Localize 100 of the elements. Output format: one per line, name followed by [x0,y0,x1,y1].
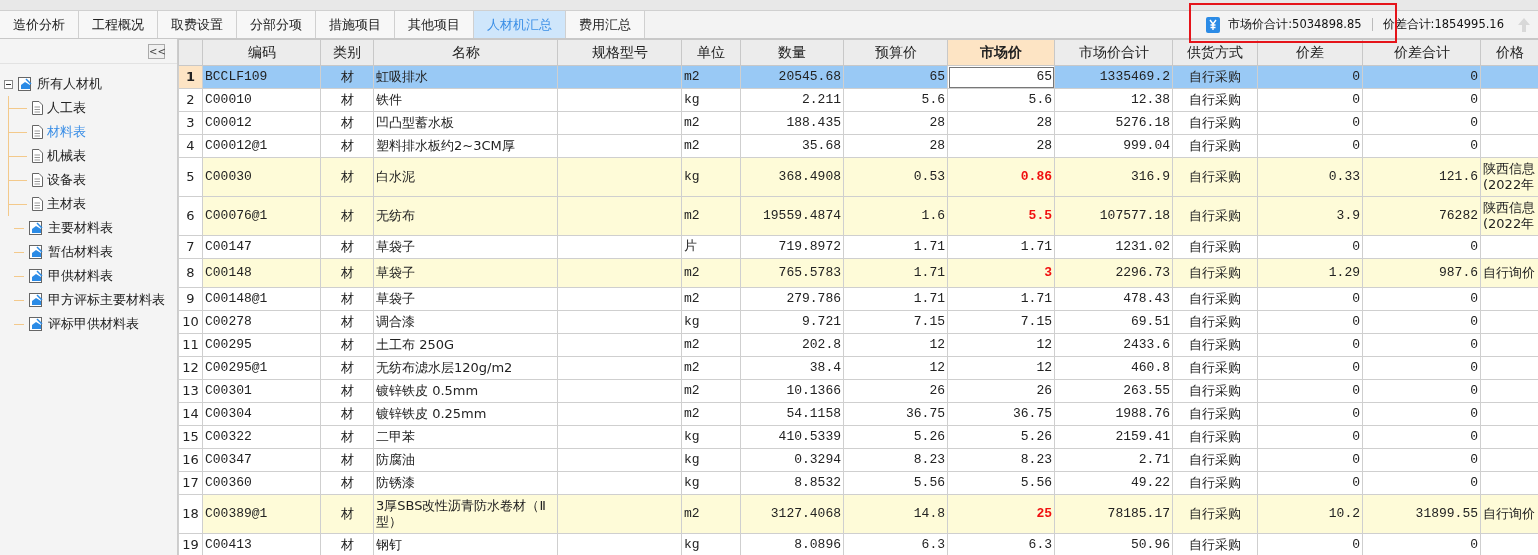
tab[interactable]: 其他项目 [395,11,474,38]
code-cell: C00012@1 [202,134,321,158]
row-number: 12 [178,356,203,380]
name-cell: 镀锌铁皮 0.25mm [373,402,558,426]
unit-cell: kg [681,310,741,334]
market-price-cell: 1.71 [947,235,1055,259]
tree-item[interactable]: 人工表 [47,99,86,117]
tree-item[interactable]: 设备表 [47,171,86,189]
tab[interactable]: 分部分项 [237,11,316,38]
quantity-cell: 188.435 [740,111,844,135]
code-cell: C00301 [202,379,321,403]
code-cell: C00295@1 [202,356,321,380]
tree-item[interactable]: 所有人材机 [37,75,102,93]
unit-cell: m2 [681,379,741,403]
type-cell: 材 [320,333,374,357]
tab[interactable]: 造价分析 [0,11,79,38]
price-diff-total-cell: 0 [1362,402,1481,426]
supply-method-cell: 自行采购 [1172,471,1258,495]
quantity-cell: 2.211 [740,88,844,112]
row-number: 16 [178,448,203,472]
market-total-cell: 1988.76 [1054,402,1173,426]
price-diff-total-cell: 0 [1362,379,1481,403]
price-diff-cell: 0 [1257,111,1363,135]
document-icon [31,101,43,115]
tree-item[interactable]: 主材表 [47,195,86,213]
tree-item[interactable]: 甲方评标主要材料表 [48,291,165,309]
type-cell: 材 [320,356,374,380]
tree-item[interactable]: 评标甲供材料表 [48,315,139,333]
unit-cell: m2 [681,196,741,236]
tree-item[interactable]: 暂估材料表 [48,243,113,261]
supply-method-cell: 自行采购 [1172,157,1258,197]
row-number: 17 [178,471,203,495]
document-icon [31,125,43,139]
supply-method-cell: 自行采购 [1172,402,1258,426]
name-cell: 防锈漆 [373,471,558,495]
supply-method-cell: 自行采购 [1172,134,1258,158]
unit-cell: m2 [681,402,741,426]
tree-item[interactable]: 主要材料表 [48,219,113,237]
market-total-cell: 12.38 [1054,88,1173,112]
market-total-cell: 999.04 [1054,134,1173,158]
price-diff-total-cell: 0 [1362,88,1481,112]
tree-item[interactable]: 机械表 [47,147,86,165]
supply-method-cell: 自行采购 [1172,494,1258,534]
market-price-cell: 12 [947,356,1055,380]
market-price-cell: 28 [947,111,1055,135]
quantity-cell: 410.5339 [740,425,844,449]
budget-price-cell: 12 [843,356,948,380]
tab[interactable]: 取费设置 [158,11,237,38]
unit-cell: kg [681,157,741,197]
price-diff-total-cell: 0 [1362,65,1481,89]
column-header: 价差 [1257,39,1363,66]
row-number: 19 [178,533,203,555]
quantity-cell: 3127.4068 [740,494,844,534]
code-cell: C00347 [202,448,321,472]
price-diff-cell: 0 [1257,88,1363,112]
tab[interactable]: 工程概况 [79,11,158,38]
collapse-toggle-icon[interactable] [4,79,13,89]
type-cell: 材 [320,196,374,236]
price-diff-total-cell: 0 [1362,287,1481,311]
price-diff-total-cell: 76282 [1362,196,1481,236]
quantity-cell: 202.8 [740,333,844,357]
market-total-cell: 2.71 [1054,448,1173,472]
price-diff-cell: 1.29 [1257,258,1363,288]
code-cell: C00389@1 [202,494,321,534]
name-cell: 调合漆 [373,310,558,334]
price-diff-total-cell: 31899.55 [1362,494,1481,534]
unit-cell: m2 [681,356,741,380]
unit-cell: m2 [681,494,741,534]
tree-item[interactable]: 甲供材料表 [48,267,113,285]
chart-sheet-icon [28,220,44,236]
name-cell: 二甲苯 [373,425,558,449]
unit-cell: m2 [681,134,741,158]
code-cell: C00322 [202,425,321,449]
quantity-cell: 765.5783 [740,258,844,288]
market-total-cell: 478.43 [1054,287,1173,311]
price-diff-cell: 3.9 [1257,196,1363,236]
budget-price-cell: 1.6 [843,196,948,236]
collapse-button[interactable]: << [148,44,165,59]
quantity-cell: 35.68 [740,134,844,158]
unit-cell: kg [681,425,741,449]
type-cell: 材 [320,287,374,311]
supply-method-cell: 自行采购 [1172,258,1258,288]
price-diff-cell: 0 [1257,287,1363,311]
column-header: 价差合计 [1362,39,1481,66]
tab[interactable]: 费用汇总 [566,11,645,38]
code-cell: C00148@1 [202,287,321,311]
tab[interactable]: 措施项目 [316,11,395,38]
market-price-cell: 5.6 [947,88,1055,112]
market-total-cell: 5276.18 [1054,111,1173,135]
code-cell: BCCLF109 [202,65,321,89]
quantity-cell: 10.1366 [740,379,844,403]
market-price-cell: 0.86 [947,157,1055,197]
market-total-cell: 2296.73 [1054,258,1173,288]
code-cell: C00360 [202,471,321,495]
unit-cell: m2 [681,333,741,357]
up-arrow-icon [1518,17,1530,32]
supply-method-cell: 自行采购 [1172,111,1258,135]
budget-price-cell: 36.75 [843,402,948,426]
budget-price-cell: 5.26 [843,425,948,449]
price-diff-cell: 0 [1257,425,1363,449]
